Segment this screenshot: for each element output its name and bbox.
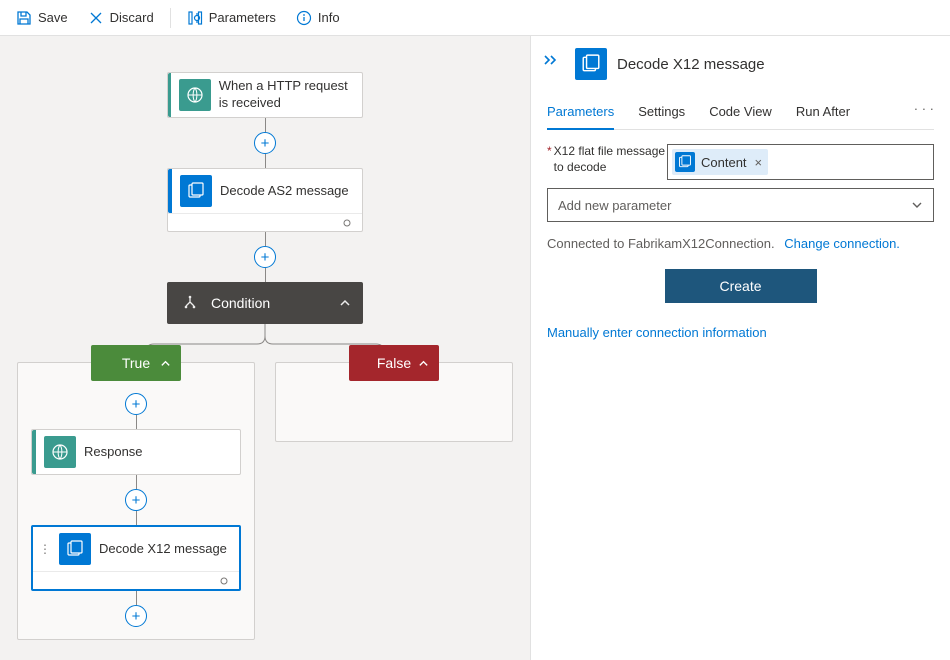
x12-icon — [59, 533, 91, 565]
node-condition[interactable]: Condition — [167, 282, 363, 324]
drag-handle-icon[interactable]: ⋮ — [39, 543, 51, 555]
node-http-trigger[interactable]: When a HTTP request is received — [167, 72, 363, 118]
chevron-up-icon — [160, 358, 171, 369]
toolbar: Save Discard Parameters Info — [0, 0, 950, 36]
chevron-up-icon — [418, 358, 429, 369]
connection-info: Connected to FabrikamX12Connection. Chan… — [547, 236, 934, 251]
save-icon — [16, 10, 32, 26]
toolbar-separator — [170, 8, 171, 28]
add-step-button[interactable]: + — [254, 246, 276, 268]
add-step-button[interactable]: + — [125, 393, 147, 415]
panel-title: Decode X12 message — [617, 56, 765, 73]
http-trigger-title: When a HTTP request is received — [219, 78, 362, 112]
true-header[interactable]: True — [91, 345, 181, 381]
parameters-label: Parameters — [209, 10, 276, 25]
discard-icon — [88, 10, 104, 26]
false-branch: False — [275, 362, 513, 442]
param-label: *X12 flat file message to decode — [547, 144, 667, 175]
as2-icon — [180, 175, 212, 207]
connection-indicator — [33, 571, 239, 589]
true-branch: True + Response — [17, 362, 255, 640]
parameters-button[interactable]: Parameters — [179, 6, 284, 30]
tab-code-view[interactable]: Code View — [709, 98, 772, 129]
panel-tabs: Parameters Settings Code View Run After … — [547, 98, 934, 130]
http-icon — [179, 79, 211, 111]
designer-canvas[interactable]: When a HTTP request is received + Decode… — [0, 36, 530, 660]
create-button[interactable]: Create — [665, 269, 817, 303]
node-response[interactable]: Response — [31, 429, 241, 475]
token-icon — [675, 152, 695, 172]
chevron-down-icon — [911, 199, 923, 211]
token-label: Content — [701, 155, 747, 170]
condition-title: Condition — [211, 295, 339, 311]
save-button[interactable]: Save — [8, 6, 76, 30]
info-button[interactable]: Info — [288, 6, 348, 30]
response-icon — [44, 436, 76, 468]
discard-button[interactable]: Discard — [80, 6, 162, 30]
connection-indicator — [168, 213, 362, 231]
content-token[interactable]: Content × — [672, 149, 768, 175]
info-icon — [296, 10, 312, 26]
false-label: False — [377, 355, 411, 371]
discard-label: Discard — [110, 10, 154, 25]
response-title: Response — [84, 444, 155, 461]
chevron-up-icon — [339, 297, 351, 309]
parameters-icon — [187, 10, 203, 26]
add-step-button[interactable]: + — [254, 132, 276, 154]
remove-token-button[interactable]: × — [755, 155, 763, 170]
save-label: Save — [38, 10, 68, 25]
add-parameter-dropdown[interactable]: Add new parameter — [547, 188, 934, 222]
tab-run-after[interactable]: Run After — [796, 98, 850, 129]
info-label: Info — [318, 10, 340, 25]
param-input[interactable]: Content × — [667, 144, 934, 180]
decode-as2-title: Decode AS2 message — [220, 183, 361, 200]
false-header[interactable]: False — [349, 345, 439, 381]
tab-overflow-button[interactable]: · · · — [914, 101, 934, 126]
manual-connection-link[interactable]: Manually enter connection information — [547, 325, 767, 340]
add-step-button[interactable]: + — [125, 489, 147, 511]
collapse-panel-button[interactable] — [543, 54, 559, 66]
add-step-button[interactable]: + — [125, 605, 147, 627]
decode-x12-title: Decode X12 message — [99, 541, 239, 558]
true-label: True — [122, 355, 150, 371]
add-parameter-label: Add new parameter — [558, 198, 671, 213]
node-decode-as2[interactable]: Decode AS2 message — [167, 168, 363, 232]
node-decode-x12[interactable]: ⋮ Decode X12 message — [31, 525, 241, 591]
tab-settings[interactable]: Settings — [638, 98, 685, 129]
tab-parameters[interactable]: Parameters — [547, 98, 614, 129]
x12-panel-icon — [575, 48, 607, 80]
details-panel: Decode X12 message Parameters Settings C… — [530, 36, 950, 660]
change-connection-link[interactable]: Change connection. — [784, 236, 900, 251]
condition-icon — [179, 292, 201, 314]
